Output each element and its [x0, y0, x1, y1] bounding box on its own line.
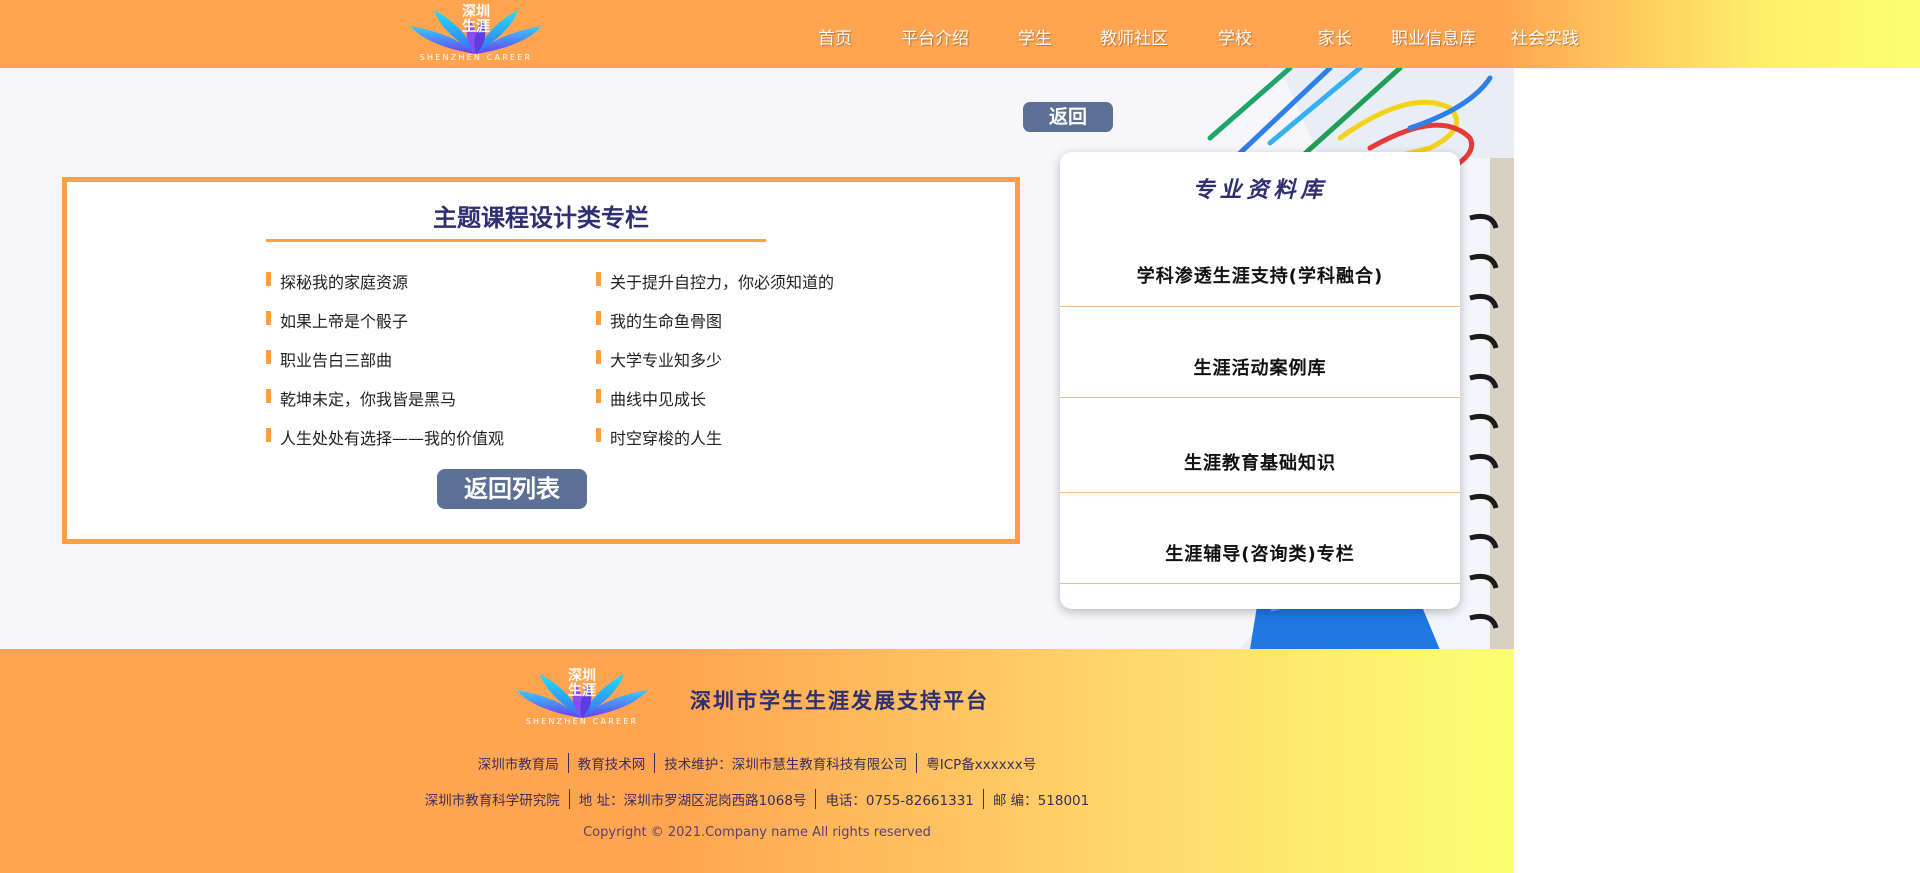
bullet-marker-icon [266, 311, 271, 325]
footer-link[interactable]: 深圳市教育局 [469, 753, 568, 773]
footer-address: 地 址：深圳市罗湖区泥岗西路1068号 [568, 789, 816, 809]
footer-postcode: 邮 编：518001 [982, 789, 1098, 809]
back-button[interactable]: 返回 [1023, 102, 1113, 132]
nav-schools[interactable]: 学校 [1218, 24, 1252, 49]
back-to-list-button[interactable]: 返回列表 [437, 469, 587, 509]
article-link[interactable]: 曲线中见成长 [596, 386, 706, 410]
nav-social-practice[interactable]: 社会实践 [1511, 24, 1579, 49]
article-title: 大学专业知多少 [610, 351, 723, 370]
article-title: 探秘我的家庭资源 [280, 273, 409, 292]
bullet-marker-icon [266, 389, 271, 403]
nav-teacher-community[interactable]: 教师社区 [1100, 24, 1168, 49]
column-title: 主题课程设计类专栏 [433, 204, 649, 232]
bullet-marker-icon [266, 272, 271, 286]
article-title: 职业告白三部曲 [280, 351, 393, 370]
site-header: 深圳 生涯 SHENZHEN CAREER 首页 平台介绍 学生 教师社区 学校… [0, 0, 1920, 68]
bullet-marker-icon [596, 428, 601, 442]
logo-cn-text: 深圳 生涯 [462, 4, 490, 35]
bullet-marker-icon [266, 350, 271, 364]
nav-parents[interactable]: 家长 [1318, 24, 1352, 49]
footer-info: 技术维护：深圳市慧生教育科技有限公司 [654, 753, 916, 773]
copyright-text: Copyright © 2021.Company name All rights… [583, 825, 931, 840]
course-design-column: 主题课程设计类专栏 探秘我的家庭资源 如果上帝是个骰子 职业告白三部曲 乾坤未定… [62, 177, 1020, 544]
footer-link[interactable]: 教育技术网 [567, 753, 655, 773]
platform-title: 深圳市学生生涯发展支持平台 [690, 689, 989, 713]
bullet-marker-icon [596, 350, 601, 364]
divider [1060, 583, 1460, 584]
nav-home[interactable]: 首页 [818, 24, 852, 49]
footer-link[interactable]: 深圳市教育科学研究院 [416, 789, 569, 809]
article-link[interactable]: 大学专业知多少 [596, 347, 722, 371]
article-link[interactable]: 职业告白三部曲 [266, 347, 392, 371]
logo-en-text: SHENZHEN CAREER [419, 53, 533, 62]
resource-library-panel: 专业资料库 学科渗透生涯支持(学科融合) 生涯活动案例库 生涯教育基础知识 生涯… [1060, 152, 1460, 609]
nav-students[interactable]: 学生 [1018, 24, 1052, 49]
article-link[interactable]: 探秘我的家庭资源 [266, 269, 408, 293]
library-item[interactable]: 生涯教育基础知识 [1060, 449, 1460, 475]
icp-record[interactable]: 粤ICP备xxxxxx号 [916, 753, 1045, 773]
bullet-marker-icon [266, 428, 271, 442]
article-title: 关于提升自控力，你必须知道的 [610, 273, 835, 292]
library-item[interactable]: 生涯活动案例库 [1060, 354, 1460, 380]
footer-logo[interactable]: 深圳 生涯 SHENZHEN CAREER [512, 666, 652, 728]
footer-phone: 电话：0755-82661331 [815, 789, 982, 809]
site-logo[interactable]: 深圳 生涯 SHENZHEN CAREER [406, 2, 546, 64]
main-content: 返回 主题课程设计类专栏 探秘我的家庭资源 如果上帝是个骰子 职业告白三部曲 乾… [0, 68, 1514, 649]
divider [1060, 492, 1460, 493]
divider [1060, 306, 1460, 307]
article-title: 时空穿梭的人生 [610, 429, 723, 448]
library-item[interactable]: 生涯辅导(咨询类)专栏 [1060, 540, 1460, 566]
article-link[interactable]: 人生处处有选择——我的价值观 [266, 425, 504, 449]
library-item[interactable]: 学科渗透生涯支持(学科融合) [1060, 262, 1460, 288]
article-link[interactable]: 时空穿梭的人生 [596, 425, 722, 449]
bullet-marker-icon [596, 311, 601, 325]
site-footer: 深圳 生涯 SHENZHEN CAREER 深圳市学生生涯发展支持平台 深圳市教… [0, 649, 1514, 873]
article-title: 乾坤未定，你我皆是黑马 [280, 390, 457, 409]
footer-contact-row: 深圳市教育科学研究院地 址：深圳市罗湖区泥岗西路1068号 电话：0755-826… [0, 789, 1514, 809]
footer-links-row: 深圳市教育局 教育技术网 技术维护：深圳市慧生教育科技有限公司 粤ICP备xxxxxx… [0, 753, 1514, 773]
logo-en-text: SHENZHEN CAREER [525, 717, 639, 726]
article-title: 曲线中见成长 [610, 390, 707, 409]
article-link[interactable]: 关于提升自控力，你必须知道的 [596, 269, 834, 293]
bullet-marker-icon [596, 272, 601, 286]
article-title: 我的生命鱼骨图 [610, 312, 723, 331]
nav-career-database[interactable]: 职业信息库 [1391, 24, 1476, 49]
article-link[interactable]: 乾坤未定，你我皆是黑马 [266, 386, 456, 410]
article-title: 如果上帝是个骰子 [280, 312, 409, 331]
bullet-marker-icon [596, 389, 601, 403]
divider [1060, 397, 1460, 398]
article-link[interactable]: 如果上帝是个骰子 [266, 308, 408, 332]
library-title: 专业资料库 [1192, 177, 1328, 203]
nav-platform-intro[interactable]: 平台介绍 [901, 24, 969, 49]
title-underline [266, 239, 766, 242]
article-link[interactable]: 我的生命鱼骨图 [596, 308, 722, 332]
logo-cn-text: 深圳 生涯 [568, 668, 596, 699]
article-title: 人生处处有选择——我的价值观 [280, 429, 505, 448]
